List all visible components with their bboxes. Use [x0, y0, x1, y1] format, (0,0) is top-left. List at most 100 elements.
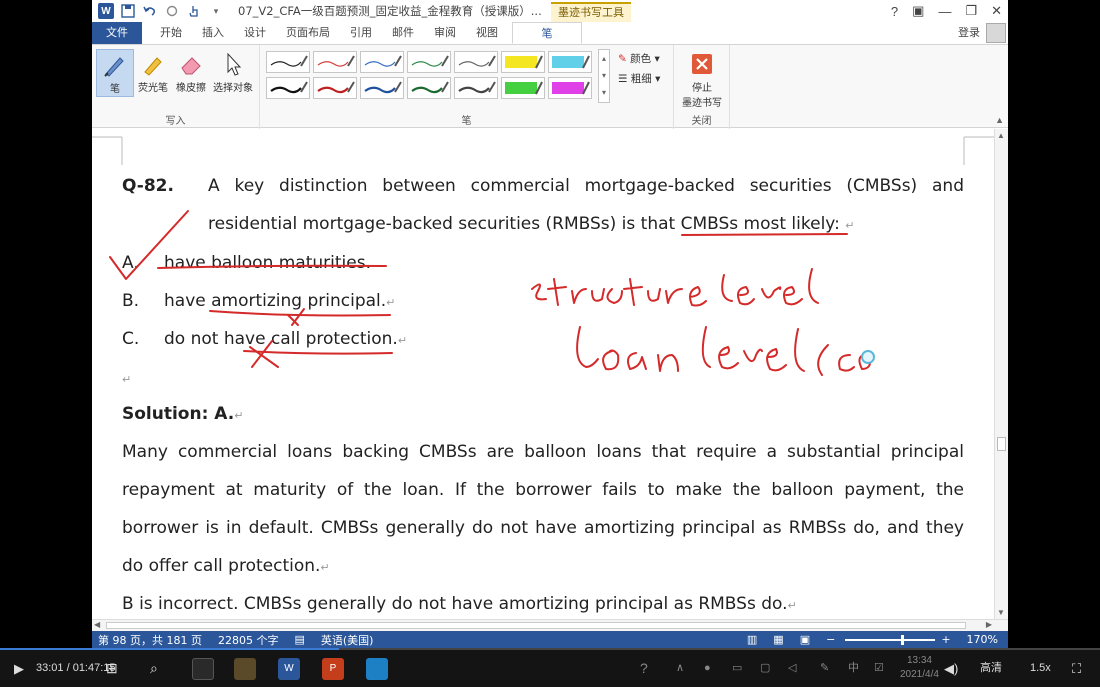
eraser-icon — [181, 57, 201, 75]
highlighter-button[interactable]: 荧光笔 — [134, 49, 172, 97]
pen-swatch[interactable] — [407, 51, 451, 73]
color-dropdown[interactable]: ✎ 颜色 ▾ — [618, 51, 660, 66]
tab-references[interactable]: 引用 — [340, 22, 382, 44]
zoom-level[interactable]: 170% — [967, 633, 998, 646]
scroll-right-icon[interactable]: ▶ — [986, 620, 992, 629]
word-window: W ▾ 07_V2_CFA一级百题预测_固定收益_金程教育（授课版）... 墨迹… — [92, 0, 1008, 648]
volume-icon[interactable]: ◀) — [944, 650, 958, 687]
ink-cross-b — [287, 308, 305, 326]
pen-color-icon: ✎ — [618, 53, 627, 65]
collapse-ribbon-icon[interactable]: ▲ — [995, 115, 1004, 125]
powerpoint-icon[interactable]: P — [322, 658, 344, 680]
sign-in-link[interactable]: 登录 — [958, 22, 980, 44]
tab-view[interactable]: 视图 — [466, 22, 508, 44]
page-count[interactable]: 第 98 页，共 181 页 — [98, 632, 202, 648]
ink-overlay — [109, 210, 875, 376]
pen-icon — [104, 57, 124, 77]
weight-dropdown[interactable]: ☰ 粗细 ▾ — [618, 71, 660, 86]
customize-qat-icon[interactable]: ▾ — [208, 3, 224, 19]
pen-swatch[interactable] — [360, 51, 404, 73]
ink-tools-context-title: 墨迹书写工具 — [551, 2, 631, 22]
right-letterbox — [1008, 0, 1100, 687]
minimize-icon[interactable]: — — [938, 4, 951, 19]
ribbon-tabs: 文件 开始 插入 设计 页面布局 引用 邮件 审阅 视图 笔 登录 — [92, 22, 1008, 44]
select-objects-button[interactable]: 选择对象 — [210, 49, 256, 97]
horizontal-scrollbar[interactable]: ◀ ▶ — [92, 619, 1008, 631]
search-icon[interactable]: ⌕ — [150, 650, 158, 687]
tab-insert[interactable]: 插入 — [192, 22, 234, 44]
pen-swatch[interactable] — [266, 51, 310, 73]
scroll-left-icon[interactable]: ◀ — [94, 620, 100, 629]
tray-chevron-icon[interactable]: ∧ — [676, 650, 684, 687]
help-tray-icon[interactable]: ? — [640, 650, 648, 687]
tab-review[interactable]: 审阅 — [424, 22, 466, 44]
ink-note-loan — [576, 326, 872, 376]
pen-swatch[interactable] — [548, 51, 592, 73]
battery-icon[interactable]: ▭ — [732, 650, 742, 687]
print-layout-icon[interactable]: ▦ — [773, 633, 783, 646]
restore-icon[interactable]: ❐ — [965, 3, 977, 19]
security-tray-icon[interactable]: ☑ — [874, 650, 884, 687]
tab-file[interactable]: 文件 — [92, 22, 142, 44]
ribbon-display-icon[interactable]: ▣ — [912, 3, 924, 19]
scroll-thumb[interactable] — [997, 437, 1006, 451]
pen-tray-icon[interactable]: ✎ — [820, 650, 829, 687]
pen-swatch[interactable] — [266, 77, 310, 99]
zoom-slider[interactable] — [845, 634, 936, 645]
word-taskbar-icon[interactable]: W — [278, 658, 300, 680]
redo-icon[interactable] — [164, 3, 180, 19]
zoom-slider-handle[interactable] — [901, 634, 905, 645]
tab-layout[interactable]: 页面布局 — [276, 22, 340, 44]
zoom-in-icon[interactable]: + — [941, 633, 950, 646]
pen-swatch[interactable] — [548, 77, 592, 99]
pen-swatch[interactable] — [407, 77, 451, 99]
tab-pens[interactable]: 笔 — [512, 22, 582, 44]
ink-cursor-dot — [861, 350, 875, 364]
windows-start-icon[interactable]: ⊞ — [106, 650, 118, 687]
speed-button[interactable]: 1.5x — [1030, 650, 1051, 687]
pen-swatch[interactable] — [501, 51, 545, 73]
pen-swatch[interactable] — [454, 77, 498, 99]
proofing-icon[interactable]: ▤ — [294, 633, 304, 646]
pen-swatch[interactable] — [313, 77, 357, 99]
undo-icon[interactable] — [142, 3, 158, 19]
file-explorer-icon[interactable] — [234, 658, 256, 680]
close-icon[interactable]: ✕ — [991, 3, 1002, 19]
tab-design[interactable]: 设计 — [234, 22, 276, 44]
avatar[interactable] — [986, 23, 1006, 43]
pen-button[interactable]: 笔 — [96, 49, 134, 97]
play-icon[interactable]: ▶ — [14, 650, 24, 687]
ink-note-structure — [531, 268, 819, 307]
tab-mailings[interactable]: 邮件 — [382, 22, 424, 44]
pen-swatch[interactable] — [454, 51, 498, 73]
scroll-up-icon[interactable]: ▲ — [997, 131, 1005, 140]
eraser-button[interactable]: 橡皮擦 — [172, 49, 210, 97]
stop-inking-button[interactable]: 停止 墨迹书写 — [678, 49, 726, 109]
network-icon[interactable]: ▢ — [760, 650, 770, 687]
touch-mode-icon[interactable] — [186, 3, 202, 19]
language-indicator[interactable]: 英语(美国) — [321, 632, 374, 648]
chrome-icon[interactable] — [192, 658, 214, 680]
word-count[interactable]: 22805 个字 — [218, 632, 279, 648]
web-layout-icon[interactable]: ▣ — [800, 633, 810, 646]
highlighter-icon — [144, 57, 162, 76]
help-icon[interactable]: ? — [891, 4, 898, 19]
pen-swatch[interactable] — [313, 51, 357, 73]
tab-home[interactable]: 开始 — [150, 22, 192, 44]
pen-swatch[interactable] — [360, 77, 404, 99]
fullscreen-icon[interactable]: ⛶ — [1072, 650, 1081, 687]
word-icon[interactable]: W — [98, 3, 114, 19]
vertical-scrollbar[interactable]: ▲ ▼ — [994, 129, 1008, 619]
app-icon[interactable] — [366, 658, 388, 680]
mic-icon[interactable]: ● — [704, 650, 711, 687]
swatch-scroll[interactable]: ▴ ▾ ▾ — [598, 49, 610, 103]
hscroll-thumb[interactable] — [106, 622, 966, 629]
scroll-down-icon[interactable]: ▼ — [997, 608, 1005, 617]
save-icon[interactable] — [120, 3, 136, 19]
ime-icon[interactable]: 中 — [848, 650, 859, 687]
volume-tray-icon[interactable]: ◁ — [788, 650, 796, 687]
quality-button[interactable]: 高清 — [980, 650, 1002, 687]
pen-swatch[interactable] — [501, 77, 545, 99]
read-mode-icon[interactable]: ▥ — [747, 633, 757, 646]
zoom-out-icon[interactable]: − — [826, 633, 835, 646]
